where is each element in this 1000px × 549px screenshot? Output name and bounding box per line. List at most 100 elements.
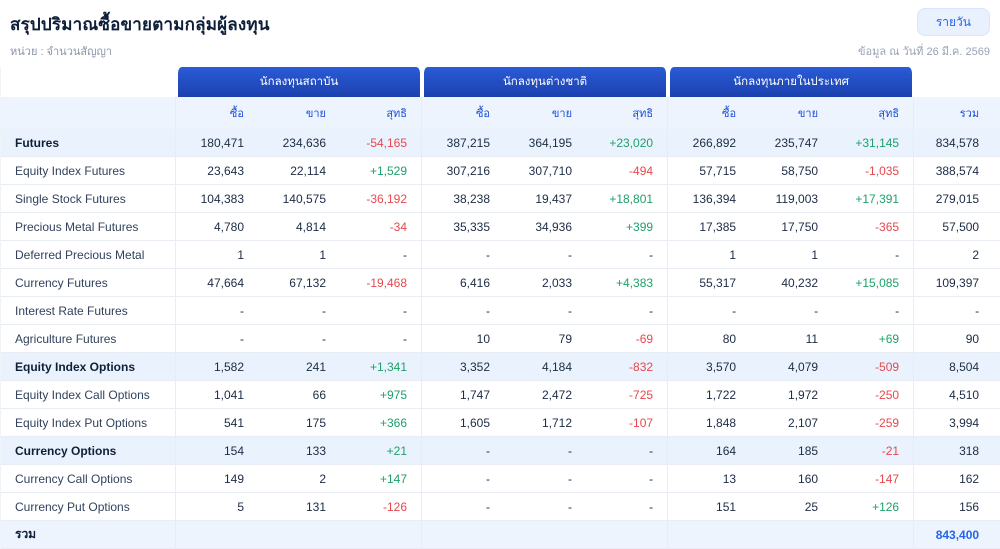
- cell: 90: [914, 325, 1000, 353]
- cell: 67,132: [258, 269, 340, 297]
- col-header-1-0: ซื้อ: [422, 97, 505, 129]
- table-row: Equity Index Futures 23,643 22,114 +1,529 30…: [1, 157, 1000, 185]
- table-row: Equity Index Put Options 541 175 +366 1,605 1…: [1, 409, 1000, 437]
- cell: 387,215: [422, 129, 505, 157]
- cell: 235,747: [750, 129, 833, 157]
- table-row: Currency Options 154 133 +21- - -164 185 -21 318: [1, 437, 1000, 465]
- col-header-0-1: ขาย: [258, 97, 340, 129]
- cell: 3,570: [668, 353, 751, 381]
- cell: -: [504, 465, 587, 493]
- cell: 185: [750, 437, 833, 465]
- table-row: Single Stock Futures 104,383 140,575 -36,19…: [1, 185, 1000, 213]
- cell: +69: [832, 325, 915, 353]
- cell: 4,510: [914, 381, 1000, 409]
- cell: 364,195: [504, 129, 587, 157]
- cell: -34: [340, 213, 423, 241]
- row-label: Agriculture Futures: [1, 325, 176, 353]
- cell: 175: [258, 409, 340, 437]
- table-row: Currency Futures 47,664 67,132 -19,468 6,416…: [1, 269, 1000, 297]
- row-label: Currency Call Options: [1, 465, 176, 493]
- group-header-1: นักลงทุนต่างชาติ: [422, 67, 669, 97]
- cell: +4,383: [586, 269, 669, 297]
- cell: 164: [668, 437, 751, 465]
- cell: 843,400: [914, 521, 1000, 549]
- cell: 133: [258, 437, 340, 465]
- row-label: Single Stock Futures: [1, 185, 176, 213]
- cell: [340, 521, 423, 549]
- cell: -: [422, 437, 505, 465]
- cell: 1: [750, 241, 833, 269]
- label-column-header: [1, 97, 176, 129]
- cell: -: [422, 241, 505, 269]
- row-label: Futures: [1, 129, 176, 157]
- row-label: Precious Metal Futures: [1, 213, 176, 241]
- cell: 119,003: [750, 185, 833, 213]
- cell: +17,391: [832, 185, 915, 213]
- cell: 109,397: [914, 269, 1000, 297]
- cell: 136,394: [668, 185, 751, 213]
- cell: -: [586, 493, 669, 521]
- cell: -509: [832, 353, 915, 381]
- cell: 25: [750, 493, 833, 521]
- cell: 10: [422, 325, 505, 353]
- cell: -: [504, 241, 587, 269]
- group-header-row: นักลงทุนสถาบัน นักลงทุนต่างชาติ นักลงทุนภา…: [1, 67, 1000, 97]
- cell: 1,605: [422, 409, 505, 437]
- col-header-1-2: สุทธิ: [586, 97, 669, 129]
- cell: 149: [176, 465, 258, 493]
- cell: 79: [504, 325, 587, 353]
- cell: -36,192: [340, 185, 423, 213]
- cell: 47,664: [176, 269, 258, 297]
- cell: +1,341: [340, 353, 423, 381]
- cell: 1: [258, 241, 340, 269]
- cell: -19,468: [340, 269, 423, 297]
- cell: +18,801: [586, 185, 669, 213]
- cell: 154: [176, 437, 258, 465]
- topbar: สรุปปริมาณซื้อขายตามกลุ่มผู้ลงทุน รายวัน: [0, 0, 1000, 38]
- cell: 1: [668, 241, 751, 269]
- cell: [176, 521, 258, 549]
- cell: 307,216: [422, 157, 505, 185]
- row-label: Equity Index Options: [1, 353, 176, 381]
- cell: 2: [258, 465, 340, 493]
- row-label: Currency Futures: [1, 269, 176, 297]
- cell: -: [176, 297, 258, 325]
- cell: -725: [586, 381, 669, 409]
- cell: 66: [258, 381, 340, 409]
- cell: 4,184: [504, 353, 587, 381]
- cell: 3,352: [422, 353, 505, 381]
- cell: -54,165: [340, 129, 423, 157]
- cell: 2,033: [504, 269, 587, 297]
- cell: 160: [750, 465, 833, 493]
- investor-volume-table: นักลงทุนสถาบัน นักลงทุนต่างชาติ นักลงทุนภา…: [0, 67, 1000, 549]
- table-row: Deferred Precious Metal 1 1- - - -1 1-2: [1, 241, 1000, 269]
- table-row: Currency Call Options 149 2 +147- - -13 160 -14…: [1, 465, 1000, 493]
- cell: -: [504, 437, 587, 465]
- cell: 34,936: [504, 213, 587, 241]
- cell: 1,848: [668, 409, 751, 437]
- cell: 1: [176, 241, 258, 269]
- cell: -: [422, 465, 505, 493]
- cell: 266,892: [668, 129, 751, 157]
- table-row: Agriculture Futures - - -10 79 -69 80 11 +69 90: [1, 325, 1000, 353]
- cell: -: [586, 297, 669, 325]
- cell: [586, 521, 669, 549]
- cell: -250: [832, 381, 915, 409]
- cell: 279,015: [914, 185, 1000, 213]
- cell: +1,529: [340, 157, 423, 185]
- group-header-0: นักลงทุนสถาบัน: [176, 67, 423, 97]
- cell: -69: [586, 325, 669, 353]
- cell: 11: [750, 325, 833, 353]
- cell: 5: [176, 493, 258, 521]
- cell: 55,317: [668, 269, 751, 297]
- meta-row: หน่วย : จำนวนสัญญา ข้อมูล ณ วันที่ 26 มี…: [0, 38, 1000, 60]
- daily-button[interactable]: รายวัน: [916, 8, 990, 37]
- cell: 4,079: [750, 353, 833, 381]
- cell: -126: [340, 493, 423, 521]
- cell: +15,085: [832, 269, 915, 297]
- cell: -147: [832, 465, 915, 493]
- cell: 2,472: [504, 381, 587, 409]
- row-label: Currency Put Options: [1, 493, 176, 521]
- cell: +31,145: [832, 129, 915, 157]
- row-label: Equity Index Put Options: [1, 409, 176, 437]
